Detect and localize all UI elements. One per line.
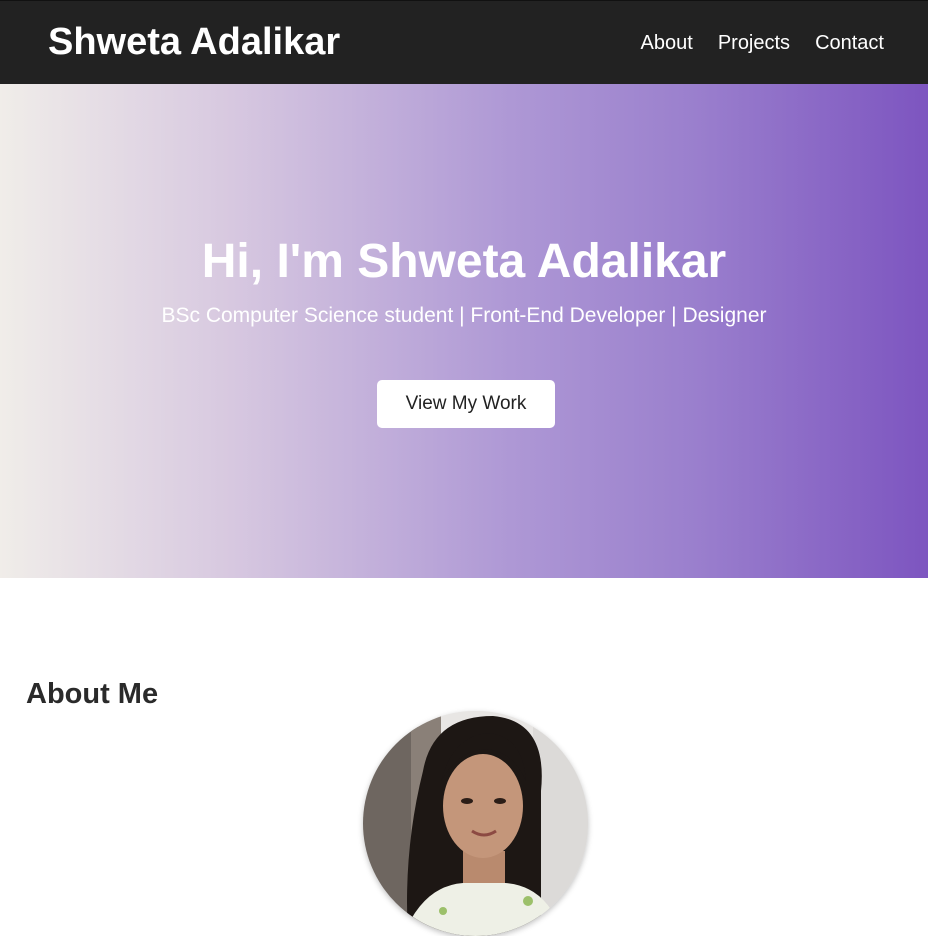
hero-title: Hi, I'm Shweta Adalikar xyxy=(201,235,727,288)
nav-link-projects[interactable]: Projects xyxy=(718,31,790,55)
profile-photo-illustration xyxy=(363,711,588,936)
about-title: About Me xyxy=(26,678,159,710)
nav-link-about[interactable]: About xyxy=(641,31,693,55)
hero-subtitle: BSc Computer Science student | Front-End… xyxy=(161,304,767,327)
profile-photo xyxy=(363,711,588,936)
view-work-button[interactable]: View My Work xyxy=(377,380,555,428)
nav-link-contact[interactable]: Contact xyxy=(815,31,884,55)
navbar: Shweta Adalikar About Projects Contact xyxy=(0,0,928,84)
nav-links: About Projects Contact xyxy=(641,31,884,55)
site-brand[interactable]: Shweta Adalikar xyxy=(48,20,340,64)
hero-section: Hi, I'm Shweta Adalikar BSc Computer Sci… xyxy=(0,84,928,578)
